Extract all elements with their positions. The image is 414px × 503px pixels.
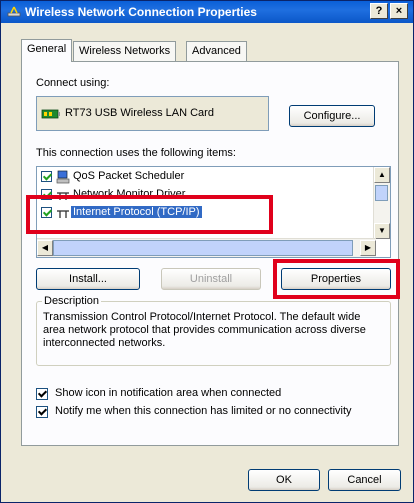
ok-button[interactable]: OK xyxy=(248,469,320,491)
list-item[interactable]: Network Monitor Driver xyxy=(41,187,371,203)
scroll-right-icon[interactable]: ▶ xyxy=(360,240,376,256)
description-title: Description xyxy=(42,295,102,307)
window-title: Wireless Network Connection Properties xyxy=(25,5,257,19)
adapter-field: RT73 USB Wireless LAN Card xyxy=(36,96,269,131)
item-label: Internet Protocol (TCP/IP) xyxy=(71,206,202,218)
list-item[interactable]: QoS Packet Scheduler xyxy=(41,169,371,185)
qos-icon xyxy=(56,170,70,184)
tab-general[interactable]: General xyxy=(21,39,73,62)
scroll-left-icon[interactable]: ◀ xyxy=(37,240,53,256)
configure-button[interactable]: Configure... xyxy=(289,105,375,127)
title-bar[interactable]: Wireless Network Connection Properties ?… xyxy=(1,1,413,23)
vertical-scrollbar[interactable]: ▲ ▼ xyxy=(373,167,390,239)
help-button[interactable]: ? xyxy=(370,3,388,19)
items-label: This connection uses the following items… xyxy=(36,147,236,159)
connect-using-label: Connect using: xyxy=(36,77,110,89)
tab-wireless-networks[interactable]: Wireless Networks xyxy=(73,41,177,61)
uninstall-button: Uninstall xyxy=(161,268,261,290)
tab-advanced[interactable]: Advanced xyxy=(186,41,247,61)
show-icon-checkbox[interactable] xyxy=(36,388,48,400)
item-checkbox[interactable] xyxy=(41,189,52,200)
scroll-thumb[interactable] xyxy=(375,185,388,201)
scroll-down-icon[interactable]: ▼ xyxy=(374,223,390,239)
description-text: Transmission Control Protocol/Internet P… xyxy=(43,311,366,349)
hscroll-thumb[interactable] xyxy=(53,240,353,256)
item-checkbox[interactable] xyxy=(41,171,52,182)
network-protocol-icon xyxy=(57,210,69,218)
properties-button[interactable]: Properties xyxy=(281,268,391,290)
scroll-up-icon[interactable]: ▲ xyxy=(374,167,390,183)
horizontal-scrollbar[interactable]: ◀ ▶ xyxy=(37,238,376,257)
close-button[interactable]: × xyxy=(390,3,408,19)
install-button[interactable]: Install... xyxy=(36,268,140,290)
network-card-icon xyxy=(41,109,60,119)
cancel-button[interactable]: Cancel xyxy=(328,469,401,491)
notify-checkbox[interactable] xyxy=(36,406,48,418)
network-protocol-icon xyxy=(57,192,69,200)
properties-dialog: Wireless Network Connection Properties ?… xyxy=(0,0,414,503)
list-item-selected[interactable]: Internet Protocol (TCP/IP) xyxy=(41,205,371,221)
notify-label: Notify me when this connection has limit… xyxy=(55,405,352,417)
item-label: QoS Packet Scheduler xyxy=(73,170,185,182)
network-connection-icon xyxy=(7,6,21,17)
adapter-name: RT73 USB Wireless LAN Card xyxy=(65,107,214,119)
item-checkbox[interactable] xyxy=(41,207,52,218)
components-list[interactable]: QoS Packet Scheduler Network Monitor Dri… xyxy=(36,166,391,258)
show-icon-label: Show icon in notification area when conn… xyxy=(55,387,282,399)
item-label: Network Monitor Driver xyxy=(73,188,186,200)
